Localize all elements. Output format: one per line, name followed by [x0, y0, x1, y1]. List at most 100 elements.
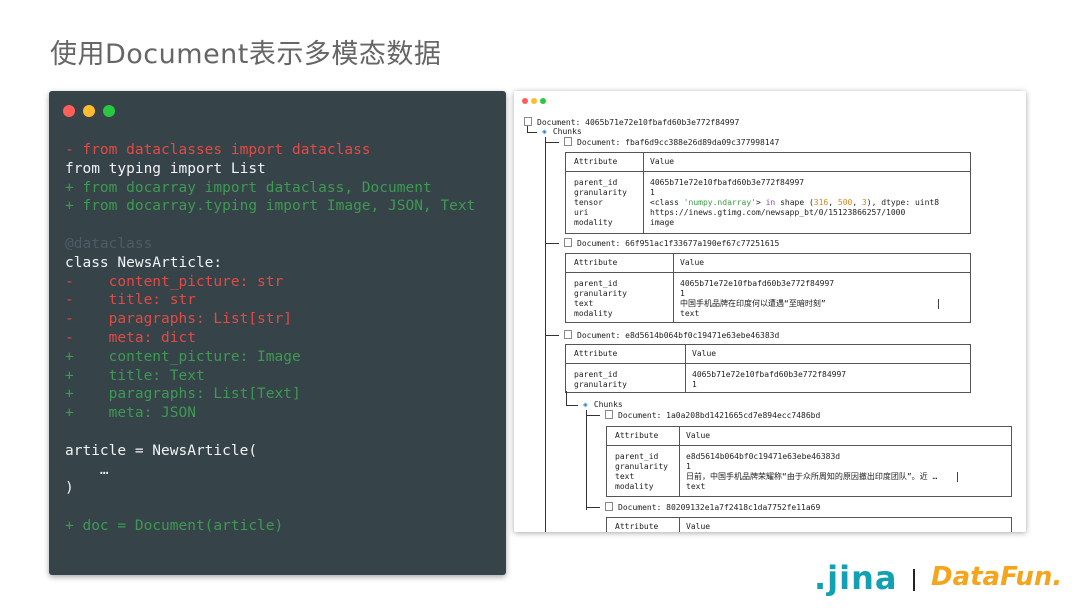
column-header-attribute: Attribute	[574, 349, 618, 358]
value-uri: https://inews.gtimg.com/newsapp_bt/0/151…	[650, 208, 906, 217]
table-header	[566, 254, 970, 273]
value-granularity: 1	[692, 380, 697, 389]
logo-divider	[913, 569, 915, 591]
text-cursor	[957, 472, 958, 482]
code-line: + from docarray import dataclass, Docume…	[65, 179, 432, 196]
column-header-value: Value	[692, 349, 717, 358]
tree-line	[586, 410, 587, 510]
code-line: article = NewsArticle(	[65, 442, 258, 459]
value-text: 中国手机品牌在印度何以遭遇“至暗时刻”	[680, 299, 826, 308]
root-document-id: Document: 4065b71e72e10fbafd60b3e772f849…	[537, 118, 740, 127]
document-id: Document: e8d5614b064bf0c19471e63ebe4638…	[577, 331, 780, 340]
attribute-table: Attribute Value	[606, 517, 1012, 532]
column-separator	[643, 153, 644, 233]
attribute-names: parent_id granularity	[574, 370, 627, 389]
tree-line	[527, 132, 537, 133]
document-row: Document: 66f951ac1f33677a190ef67c772516…	[564, 238, 779, 249]
maximize-dot-icon	[540, 98, 546, 104]
tree-line	[586, 507, 600, 508]
code-line: - from dataclasses import dataclass	[65, 142, 371, 158]
chunks-row: ◈ Chunks	[583, 400, 623, 410]
column-header-attribute: Attribute	[574, 258, 618, 267]
code-line: + paragraphs: List[Text]	[65, 386, 301, 403]
document-row: Document: 1a0a208bd1421665cd7e894ecc7486…	[605, 410, 820, 421]
value-parent-id: 4065b71e72e10fbafd60b3e772f84997	[680, 279, 835, 288]
value-modality: image	[650, 218, 675, 227]
attribute-names: parent_id granularity text modality	[574, 279, 627, 318]
value-parent-id: 4065b71e72e10fbafd60b3e772f84997	[650, 178, 805, 187]
tree-line	[586, 415, 600, 416]
code-line: )	[65, 480, 74, 497]
tree-line	[545, 243, 559, 244]
column-header-attribute: Attribute	[574, 157, 618, 166]
code-line: + content_picture: Image	[65, 348, 301, 365]
attribute-table: Attribute Value parent_id granularity te…	[565, 253, 971, 323]
code-line: + meta: JSON	[65, 405, 196, 422]
attribute-table: Attribute Value parent_id granularity te…	[565, 152, 971, 234]
document-icon	[524, 117, 532, 126]
document-id: Document: 66f951ac1f33677a190ef67c772516…	[577, 239, 780, 248]
column-separator	[679, 427, 680, 496]
value-tensor: <class 'numpy.ndarray'> in shape (316, 5…	[650, 198, 940, 207]
code-line: - content_picture: str	[65, 273, 284, 290]
document-row: Document: fbaf6d9cc388e26d89da09c3779981…	[564, 137, 779, 148]
code-line: - paragraphs: List[str]	[65, 311, 292, 328]
table-header	[607, 518, 1011, 532]
code-line: - meta: dict	[65, 330, 196, 346]
document-id: Document: fbaf6d9cc388e26d89da09c3779981…	[577, 138, 780, 147]
value-text: 日前，中国手机品牌荣耀称“由于众所周知的原因撤出印度团队”。近 …	[686, 472, 938, 481]
tree-line	[566, 391, 567, 405]
column-header-value: Value	[686, 431, 711, 440]
value-parent-id: e8d5614b064bf0c19471e63ebe46383d	[686, 452, 841, 461]
value-parent-id: 4065b71e72e10fbafd60b3e772f84997	[692, 370, 847, 379]
close-dot-icon	[63, 105, 75, 117]
text-cursor	[938, 299, 939, 309]
close-dot-icon	[522, 98, 528, 104]
chunks-icon: ◈	[542, 127, 547, 136]
value-granularity: 1	[686, 462, 691, 471]
maximize-dot-icon	[103, 105, 115, 117]
datafun-logo: DataFun.	[931, 562, 1063, 592]
document-icon	[564, 137, 572, 146]
value-granularity: 1	[650, 188, 655, 197]
chunks-label: Chunks	[552, 127, 582, 136]
column-header-value: Value	[680, 258, 705, 267]
jina-logo: .jina	[814, 559, 898, 597]
document-row: Document: 80209132e1a7f2418c1da7752fe11a…	[605, 502, 820, 513]
code-line: @dataclass	[65, 236, 153, 252]
column-header-value: Value	[686, 522, 711, 531]
document-id: Document: 1a0a208bd1421665cd7e894ecc7486…	[618, 411, 821, 420]
column-header-attribute: Attribute	[615, 522, 659, 531]
code-line: - title: str	[65, 292, 196, 309]
slide-title: 使用Document表示多模态数据	[50, 39, 442, 70]
column-header-attribute: Attribute	[615, 431, 659, 440]
document-icon	[564, 330, 572, 339]
table-header	[566, 153, 970, 172]
column-separator	[673, 254, 674, 322]
document-icon	[605, 410, 613, 419]
code-line: class NewsArticle:	[65, 254, 223, 271]
code-line: + title: Text	[65, 367, 205, 384]
table-header	[607, 427, 1011, 446]
code-line: + doc = Document(article)	[65, 518, 284, 534]
chunks-row: ◈ Chunks	[542, 127, 582, 137]
tree-line	[545, 335, 559, 336]
column-separator	[685, 345, 686, 392]
document-icon	[605, 502, 613, 511]
chunks-icon: ◈	[583, 400, 588, 409]
code-window: - from dataclasses import dataclass from …	[49, 91, 506, 575]
minimize-dot-icon	[531, 98, 537, 104]
column-separator	[679, 518, 680, 532]
minimize-dot-icon	[83, 105, 95, 117]
attribute-table: Attribute Value parent_id granularity 40…	[565, 344, 971, 393]
code-line: from typing import List	[65, 160, 266, 177]
code-line: + from docarray.typing import Image, JSO…	[65, 198, 476, 215]
attribute-names: parent_id granularity tensor uri modalit…	[574, 178, 627, 227]
document-icon	[564, 238, 572, 247]
table-header	[566, 345, 970, 364]
chunks-label: Chunks	[593, 400, 623, 409]
attribute-names: parent_id granularity text modality	[615, 452, 668, 491]
document-id: Document: 80209132e1a7f2418c1da7752fe11a…	[618, 503, 821, 512]
tree-line	[566, 405, 578, 406]
tree-line	[545, 142, 559, 143]
